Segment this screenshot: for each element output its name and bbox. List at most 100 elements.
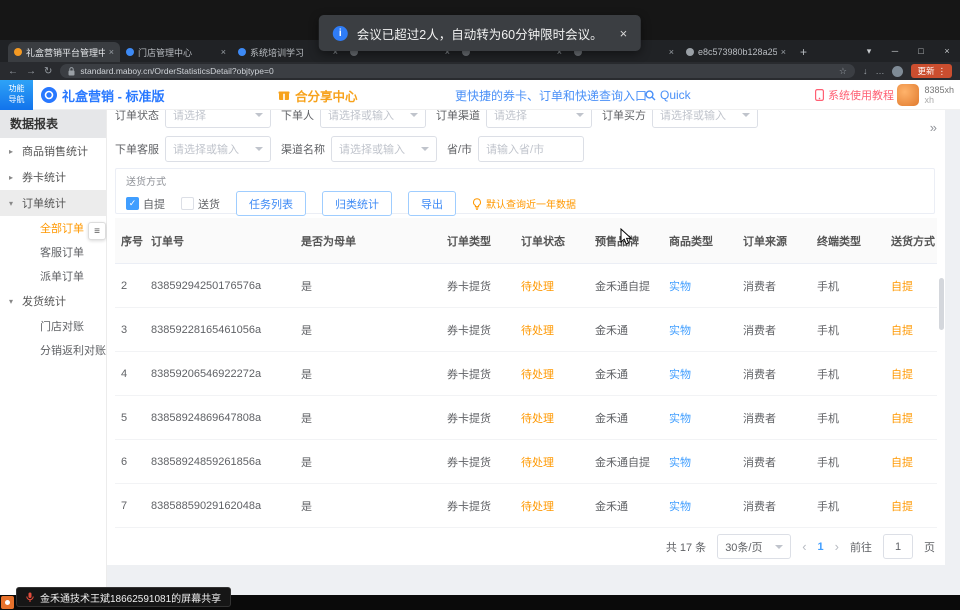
sidebar-item[interactable]: ▾ 订单统计 <box>0 190 106 216</box>
address-bar-actions: ↓ … 更新 ⋮ <box>863 64 952 78</box>
table-row[interactable]: 5 83858924869647808a 是 券卡提货 待处理 金禾通 实物 消… <box>115 396 937 440</box>
cell-presale-brand: 金禾通 <box>589 322 663 338</box>
tab-close-icon[interactable]: × <box>221 47 226 57</box>
url-bar[interactable]: standard.maboy.cn/OrderStatisticsDetail?… <box>60 64 855 78</box>
browser-update-button[interactable]: 更新 ⋮ <box>911 64 952 78</box>
user-info[interactable]: 8385xh xh <box>897 80 954 110</box>
cell-delivery-method: 自提 <box>885 278 937 294</box>
filter-select[interactable]: 请选择或输入 <box>652 110 758 128</box>
next-page-button[interactable]: › <box>835 539 839 554</box>
cell-is-parent: 是 <box>295 366 441 382</box>
cell-goods-type[interactable]: 实物 <box>663 278 737 294</box>
toast-close-icon[interactable]: × <box>620 26 628 41</box>
sidebar-title: 数据报表 <box>0 110 106 138</box>
info-icon: i <box>333 26 348 41</box>
page-size-select[interactable]: 30条/页 <box>717 534 791 559</box>
action-button[interactable]: 任务列表 <box>236 191 306 216</box>
filter-select[interactable]: 请输入省/市 <box>478 136 584 162</box>
minimize-button[interactable]: ─ <box>882 46 908 56</box>
quick-search[interactable]: Quick <box>645 80 691 110</box>
action-button[interactable]: 归类统计 <box>322 191 392 216</box>
browser-menu-icon[interactable]: ⋮ <box>938 66 947 77</box>
tab-close-icon[interactable]: × <box>109 47 114 57</box>
current-page[interactable]: 1 <box>818 541 824 553</box>
filter-field: 下单人 请选择或输入 <box>281 110 426 128</box>
cell-delivery-method: 自提 <box>885 366 937 382</box>
sidebar-item[interactable]: 派单订单 <box>0 264 106 288</box>
table-row[interactable]: 3 83859228165461056a 是 券卡提货 待处理 金禾通 实物 消… <box>115 308 937 352</box>
filter-select[interactable]: 请选择或输入 <box>320 110 426 128</box>
browser-tab[interactable]: 门店管理中心 × <box>120 42 232 62</box>
browser-profile-avatar[interactable] <box>892 66 903 77</box>
filter-row-1: 订单状态 请选择 下单人 请选择或输入 订单渠道 请选择 <box>115 110 758 128</box>
table-row[interactable]: 7 83858859029162048a 是 券卡提货 待处理 金禾通 实物 消… <box>115 484 937 528</box>
maximize-button[interactable]: □ <box>908 46 934 56</box>
quick-entry-tip[interactable]: 更快捷的券卡、订单和快递查询入口 <box>455 80 647 110</box>
delivery-row: 自提 送货 任务列表 归类统计 导出 默认查询近一年数据 <box>126 191 924 216</box>
cell-order-number: 83858859029162048a <box>145 500 295 512</box>
checkbox-icon <box>181 197 194 210</box>
action-button[interactable]: 导出 <box>408 191 456 216</box>
cell-goods-type[interactable]: 实物 <box>663 454 737 470</box>
cell-goods-type[interactable]: 实物 <box>663 410 737 426</box>
expand-filters-button[interactable]: » <box>930 120 937 135</box>
download-icon[interactable]: ↓ <box>863 66 868 76</box>
sidebar-item[interactable]: 分销返利对账 <box>0 338 106 362</box>
tutorial-link[interactable]: 系统使用教程 <box>815 80 894 110</box>
tab-close-icon[interactable]: × <box>781 47 786 57</box>
microphone-icon <box>26 592 34 603</box>
total-count: 共 17 条 <box>666 539 706 555</box>
col-terminal-type: 终端类型 <box>811 233 885 249</box>
sidebar-item[interactable]: ▸ 券卡统计 <box>0 164 106 190</box>
cell-order-status: 待处理 <box>515 278 589 294</box>
reload-icon[interactable]: ↻ <box>44 66 52 77</box>
forward-icon[interactable]: → <box>26 66 36 77</box>
cell-order-source: 消费者 <box>737 498 811 514</box>
cell-order-type: 券卡提货 <box>441 278 515 294</box>
sidebar-item[interactable]: 客服订单 <box>0 240 106 264</box>
filter-field: 订单状态 请选择 <box>115 110 271 128</box>
filter-label: 渠道名称 <box>281 141 325 157</box>
vertical-scrollbar-thumb[interactable] <box>939 278 944 330</box>
cell-goods-type[interactable]: 实物 <box>663 366 737 382</box>
cell-goods-type[interactable]: 实物 <box>663 498 737 514</box>
filter-select[interactable]: 请选择或输入 <box>331 136 437 162</box>
filter-select[interactable]: 请选择或输入 <box>165 136 271 162</box>
bookmark-star-icon[interactable]: ☆ <box>839 66 847 77</box>
delivery-checkbox[interactable]: 自提 <box>126 196 165 212</box>
more-tools-icon[interactable]: … <box>875 66 884 76</box>
taskbar-app-icon[interactable] <box>1 596 14 609</box>
table-row[interactable]: 2 83859294250176576a 是 券卡提货 待处理 金禾通自提 实物… <box>115 264 937 308</box>
sidebar-item[interactable]: 门店对账 <box>0 314 106 338</box>
table-row[interactable]: 4 83859206546922272a 是 券卡提货 待处理 金禾通 实物 消… <box>115 352 937 396</box>
tab-menu-icon[interactable]: ▾ <box>856 46 882 57</box>
back-icon[interactable]: ← <box>8 66 18 77</box>
caret-icon: ▾ <box>9 297 17 306</box>
share-center-link[interactable]: 合分享中心 <box>278 80 358 110</box>
cell-order-number: 83859228165461056a <box>145 324 295 336</box>
sidebar-item[interactable]: ▸ 商品销售统计 <box>0 138 106 164</box>
browser-tab[interactable]: 礼盒营销平台管理中心 × <box>8 42 120 62</box>
url-text: standard.maboy.cn/OrderStatisticsDetail?… <box>80 66 273 76</box>
filter-placeholder: 请选择或输入 <box>660 110 726 123</box>
tab-close-icon[interactable]: × <box>669 47 674 57</box>
cell-order-source: 消费者 <box>737 278 811 294</box>
chevron-down-icon <box>421 147 429 151</box>
function-nav-toggle[interactable]: 功能 导航 <box>0 80 33 110</box>
new-tab-button[interactable]: + <box>792 42 815 62</box>
filter-select[interactable]: 请选择 <box>165 110 271 128</box>
table-row[interactable]: 6 83858924859261856a 是 券卡提货 待处理 金禾通自提 实物… <box>115 440 937 484</box>
cell-goods-type[interactable]: 实物 <box>663 322 737 338</box>
sidebar-item[interactable]: ▾ 发货统计 <box>0 288 106 314</box>
avatar[interactable] <box>897 84 919 106</box>
prev-page-button[interactable]: ‹ <box>802 539 806 554</box>
close-button[interactable]: × <box>934 46 960 56</box>
goto-page-input[interactable] <box>883 534 913 559</box>
filter-label: 下单客服 <box>115 141 159 157</box>
browser-address-bar: ← → ↻ standard.maboy.cn/OrderStatisticsD… <box>0 62 960 80</box>
delivery-filter-box: 送货方式 自提 送货 任务列表 归类统计 导出 <box>115 168 935 214</box>
delivery-checkbox[interactable]: 送货 <box>181 196 220 212</box>
filter-select[interactable]: 请选择 <box>486 110 592 128</box>
sidebar-collapse-toggle[interactable]: ≡ <box>88 222 106 240</box>
browser-tab[interactable]: e8c573980b128a258fd2e6 × <box>680 42 792 62</box>
